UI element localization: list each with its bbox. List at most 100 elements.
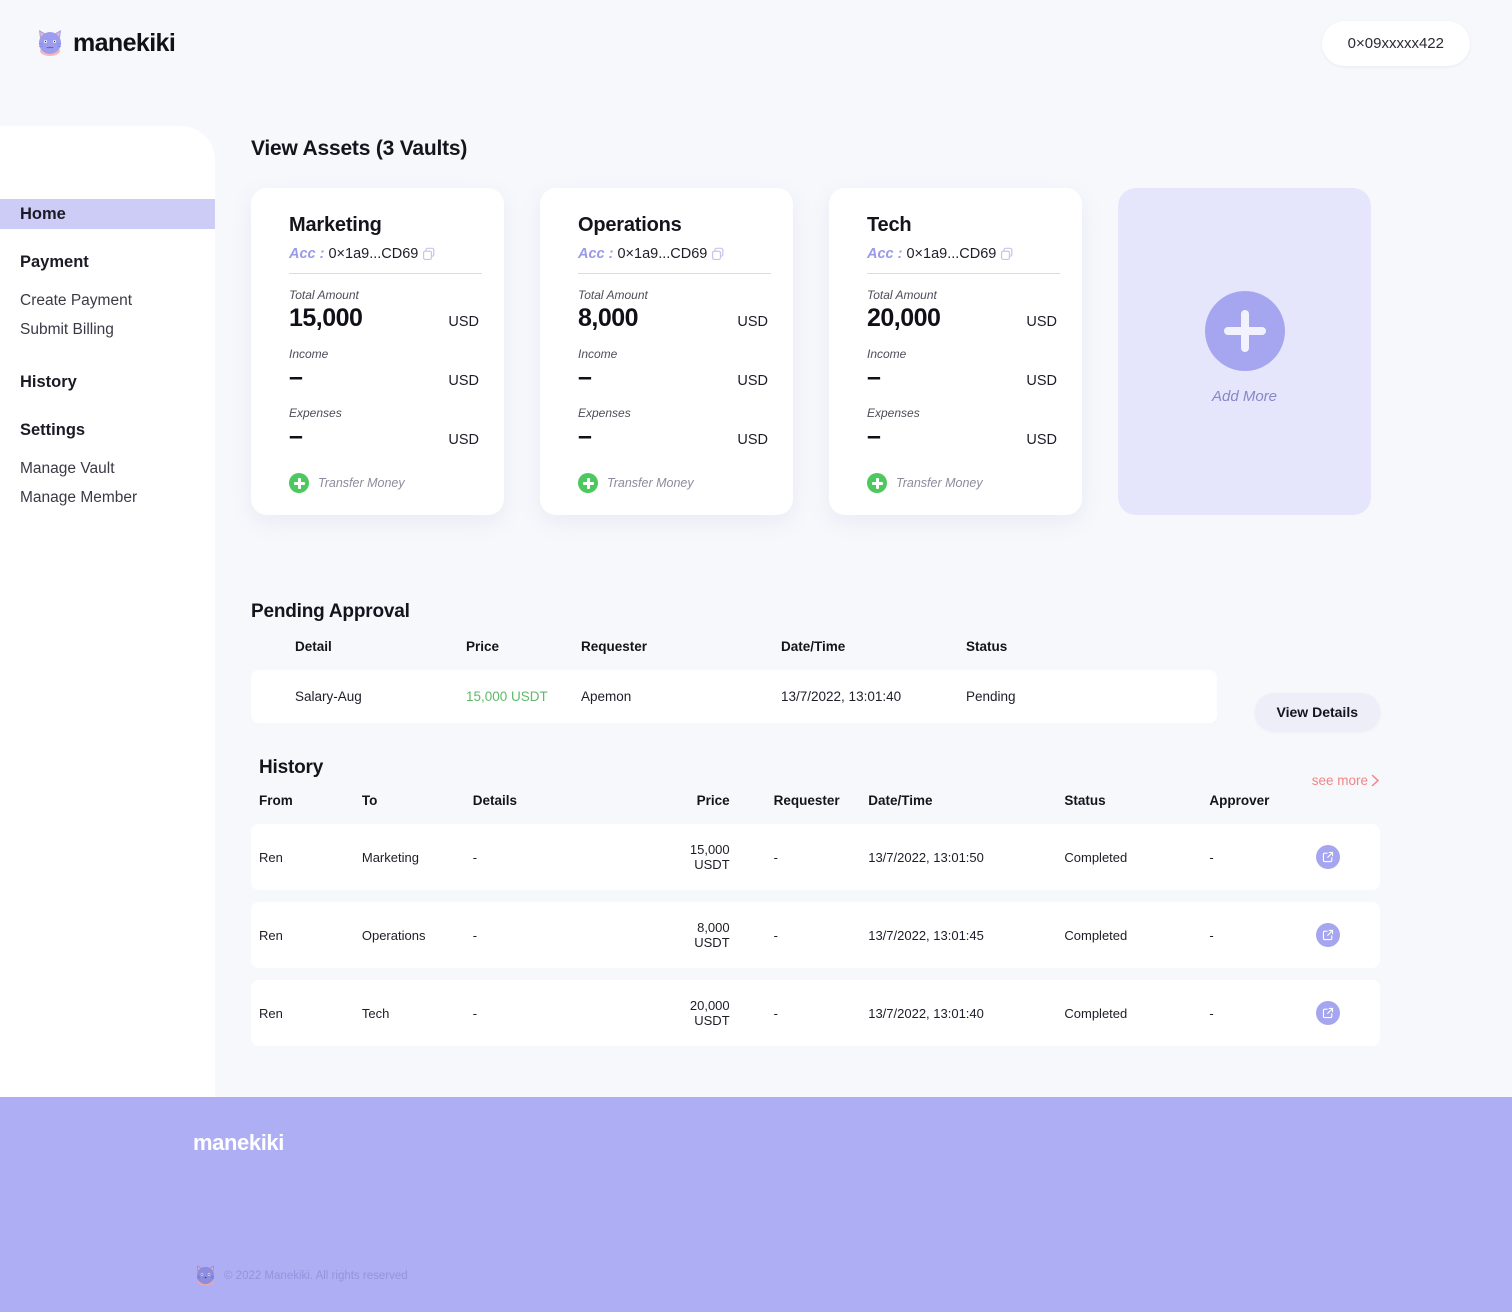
- add-more-label: Add More: [1211, 388, 1278, 405]
- vault-account: Acc : 0×1a9...CD69: [578, 246, 771, 262]
- vault-income-metric: Income – USD: [867, 347, 1060, 392]
- table-row[interactable]: Ren Tech - 20,000 USDT - 13/7/2022, 13:0…: [251, 980, 1380, 1046]
- cell-details: -: [472, 902, 663, 968]
- row-spacer: [251, 968, 1380, 980]
- metric-label: Total Amount: [578, 288, 648, 302]
- metric-currency: USD: [737, 432, 768, 448]
- cell-status: Completed: [1064, 980, 1210, 1046]
- cell-requester: -: [729, 980, 869, 1046]
- vault-card[interactable]: Tech Acc : 0×1a9...CD69 Total Amount 20,…: [829, 188, 1082, 515]
- vault-card[interactable]: Operations Acc : 0×1a9...CD69 Total Amou…: [540, 188, 793, 515]
- vault-total-metric: Total Amount 20,000 USD: [867, 288, 1060, 333]
- metric-currency: USD: [448, 432, 479, 448]
- copy-icon[interactable]: [711, 247, 725, 261]
- vault-name: Marketing: [289, 214, 382, 236]
- vault-card-list: Marketing Acc : 0×1a9...CD69 Total Amoun…: [251, 188, 1380, 515]
- cell-action: [1315, 980, 1380, 1046]
- transfer-money-button[interactable]: Transfer Money: [578, 473, 771, 493]
- transfer-money-button[interactable]: Transfer Money: [289, 473, 482, 493]
- see-more-link[interactable]: see more: [1312, 773, 1380, 788]
- see-more-label: see more: [1311, 773, 1368, 788]
- metric-label: Expenses: [578, 406, 631, 420]
- pending-table-wrapper: Detail Price Requester Date/Time Status …: [251, 639, 1380, 731]
- metric-value: –: [578, 422, 592, 450]
- metric-label: Expenses: [867, 406, 920, 420]
- cell-detail: Salary-Aug: [251, 670, 466, 723]
- cell-price: 20,000 USDT: [662, 980, 730, 1046]
- table-row[interactable]: Ren Marketing - 15,000 USDT - 13/7/2022,…: [251, 824, 1380, 890]
- vault-expenses-metric: Expenses – USD: [289, 406, 482, 451]
- metric-currency: USD: [1026, 314, 1057, 330]
- column-header-action: [1316, 793, 1380, 824]
- metric-value: –: [867, 422, 881, 450]
- sidebar-item-home[interactable]: Home: [0, 199, 215, 229]
- cell-from: Ren: [251, 824, 362, 890]
- page-title: View Assets (3 Vaults): [251, 137, 468, 160]
- cell-requester: -: [729, 902, 869, 968]
- cell-status: Completed: [1064, 902, 1210, 968]
- copy-icon[interactable]: [1000, 247, 1014, 261]
- footer-copyright: © 2022 Manekiki. All rights reserved: [224, 1269, 408, 1282]
- footer-copyright-group: © 2022 Manekiki. All rights reserved: [193, 1263, 408, 1288]
- table-row[interactable]: Salary-Aug 15,000 USDT Apemon 13/7/2022,…: [251, 670, 1217, 723]
- sidebar-item-manage-member[interactable]: Manage Member: [0, 483, 215, 512]
- vault-total-metric: Total Amount 8,000 USD: [578, 288, 771, 333]
- chevron-right-icon: [1371, 774, 1380, 787]
- vault-card[interactable]: Marketing Acc : 0×1a9...CD69 Total Amoun…: [251, 188, 504, 515]
- metric-label: Income: [867, 347, 907, 361]
- history-table: From To Details Price Requester Date/Tim…: [251, 793, 1380, 1046]
- sidebar-item-create-payment[interactable]: Create Payment: [0, 286, 215, 315]
- vault-account: Acc : 0×1a9...CD69: [867, 246, 1060, 262]
- transfer-money-label: Transfer Money: [607, 476, 694, 490]
- cell-to: Marketing: [361, 824, 473, 890]
- sidebar-item-settings[interactable]: Settings: [0, 415, 215, 445]
- sidebar-item-submit-billing[interactable]: Submit Billing: [0, 315, 215, 344]
- sidebar-item-manage-vault[interactable]: Manage Vault: [0, 454, 215, 483]
- column-header-details: Details: [472, 793, 517, 808]
- external-link-icon[interactable]: [1315, 923, 1340, 947]
- cell-requester: Apemon: [581, 670, 781, 723]
- account-label: Acc :: [578, 246, 614, 262]
- external-link-icon[interactable]: [1315, 845, 1340, 869]
- metric-currency: USD: [1026, 373, 1057, 389]
- vault-divider: [578, 273, 771, 274]
- cell-action: [1315, 824, 1380, 890]
- sidebar-item-payment[interactable]: Payment: [0, 247, 215, 277]
- copy-icon[interactable]: [422, 247, 436, 261]
- pending-approval-section: Pending Approval Detail Price Requester …: [251, 601, 1380, 731]
- cat-face-icon: [39, 30, 61, 56]
- metric-label: Income: [578, 347, 618, 361]
- pending-approval-table: Detail Price Requester Date/Time Status …: [251, 639, 1217, 723]
- row-spacer: [251, 890, 1380, 902]
- brand-name: manekiki: [73, 28, 176, 57]
- metric-label: Income: [289, 347, 329, 361]
- cell-datetime: 13/7/2022, 13:01:40: [781, 670, 966, 723]
- transfer-money-label: Transfer Money: [896, 476, 983, 490]
- column-header-datetime: Date/Time: [781, 639, 846, 654]
- brand-logo-group[interactable]: manekiki: [34, 27, 176, 59]
- metric-currency: USD: [1026, 432, 1057, 448]
- wallet-address-pill[interactable]: 0×09xxxxx422: [1321, 20, 1470, 66]
- cell-approver: -: [1209, 824, 1316, 890]
- table-row[interactable]: Ren Operations - 8,000 USDT - 13/7/2022,…: [251, 902, 1380, 968]
- metric-value: –: [289, 363, 303, 391]
- sidebar-item-history[interactable]: History: [0, 367, 215, 397]
- account-address: 0×1a9...CD69: [906, 246, 997, 262]
- footer-brand: manekiki: [193, 1130, 284, 1155]
- vault-expenses-metric: Expenses – USD: [867, 406, 1060, 451]
- add-vault-card[interactable]: Add More: [1118, 188, 1371, 515]
- table-header-row: Detail Price Requester Date/Time Status: [251, 639, 1217, 670]
- vault-account: Acc : 0×1a9...CD69: [289, 246, 482, 262]
- view-details-button[interactable]: View Details: [1254, 693, 1380, 731]
- transfer-money-button[interactable]: Transfer Money: [867, 473, 1060, 493]
- cell-requester: -: [729, 824, 869, 890]
- pending-approval-title: Pending Approval: [251, 601, 410, 622]
- page-footer: manekiki © 2022 Manekiki. All rights res…: [0, 1097, 1512, 1312]
- metric-value: 20,000: [867, 304, 941, 332]
- metric-currency: USD: [737, 373, 768, 389]
- cell-from: Ren: [251, 902, 362, 968]
- external-link-icon[interactable]: [1315, 1001, 1340, 1025]
